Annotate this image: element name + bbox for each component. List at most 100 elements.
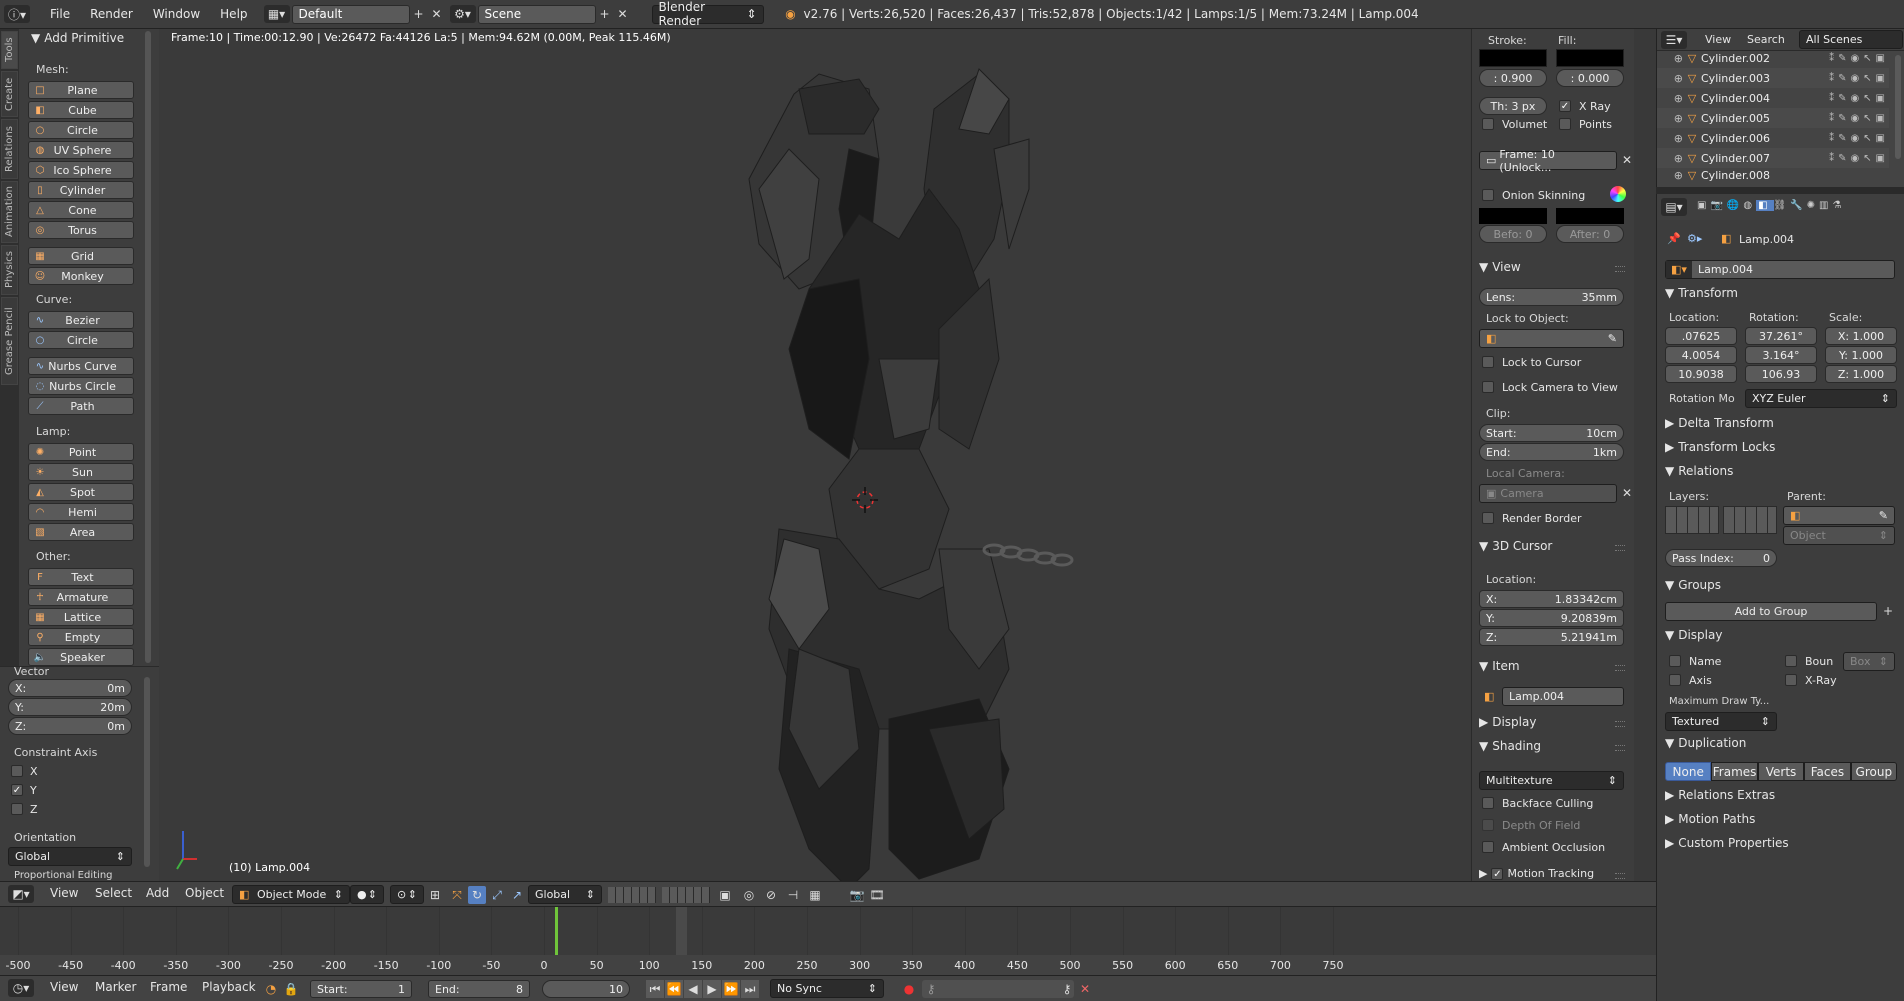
add-cone-button[interactable]: △ Cone [28,201,134,219]
tab-tools[interactable]: Tools [1,31,18,69]
shading-mode-select[interactable]: Multitexture ⇕ [1479,771,1624,790]
3d-viewport[interactable]: Frame:10 | Time:00:12.90 | Ve:26472 Fa:4… [159,29,1471,881]
motion-tracking-header[interactable]: ▶ ✓ Motion Tracking [1479,867,1627,880]
motion-tracking-checkbox[interactable]: ✓ [1491,867,1504,880]
lock-camera-checkbox[interactable] [1482,381,1494,393]
display-bounds-checkbox[interactable] [1785,655,1797,667]
add-empty-button[interactable]: ⚲ Empty [28,628,134,646]
jump-key-back-icon[interactable]: ⏪ [665,980,683,998]
relations-extras-header[interactable]: ▶ Relations Extras [1665,788,1895,802]
pivot-select[interactable]: ⊙ ⇕ [390,885,424,904]
add-torus-button[interactable]: ◎ Torus [28,221,134,239]
outliner-display-select[interactable]: All Scenes [1799,30,1903,49]
jump-start-icon[interactable]: ⏮ [646,980,664,998]
location-z-field[interactable]: 10.9038 [1665,365,1737,383]
fill-opacity-field[interactable]: : 0.000 [1556,69,1624,87]
current-frame-field[interactable]: 10 [542,980,630,998]
orientation-select[interactable]: Global ⇕ [8,847,132,866]
vector-z-field[interactable]: Z: 0m [8,717,132,735]
interaction-mode-select[interactable]: ◧ Object Mode ⇕ [232,885,350,904]
restrict-icons[interactable]: ⁑✎◉↖▣ [1829,53,1889,64]
fill-color-swatch[interactable] [1556,49,1624,67]
snap-element-icon[interactable]: ⊣ [784,886,802,904]
add-hemi-lamp-button[interactable]: ◠ Hemi [28,503,134,521]
lock-layers-icon[interactable]: ▣ [716,886,734,904]
transform-orient-icon[interactable]: ↗ [508,886,526,904]
add-text-button[interactable]: F Text [28,568,134,586]
delete-keyframe-icon[interactable]: ✕ [1076,980,1094,998]
translate-icon[interactable]: ⤧ [448,886,466,904]
scene-layers-b[interactable] [662,887,710,903]
location-y-field[interactable]: 4.0054 [1665,346,1737,364]
rotation-y-field[interactable]: 3.164° [1745,346,1817,364]
add-bezier-button[interactable]: ∿ Bezier [28,311,134,329]
viewport-shading-select[interactable]: ● ⇕ [350,885,384,904]
proportional-edit-icon[interactable]: ◎ [740,886,758,904]
display-panel-header[interactable]: ▶ Display [1479,715,1627,729]
transform-locks-header[interactable]: ▶ Transform Locks [1665,440,1895,454]
add-curve-circle-button[interactable]: ○ Circle [28,331,134,349]
outliner-view-menu[interactable]: View [1705,33,1731,46]
object-name-field[interactable]: ◧▾ Lamp.004 [1665,260,1895,279]
manipulator-toggle-icon[interactable]: ⊞ [426,886,444,904]
add-circle-button[interactable]: ○ Circle [28,121,134,139]
backface-culling-checkbox[interactable] [1482,797,1494,809]
remove-scene-icon[interactable]: ✕ [614,5,632,23]
add-cylinder-button[interactable]: ▯ Cylinder [28,181,134,199]
stroke-opacity-field[interactable]: : 0.900 [1479,69,1547,87]
outliner-row[interactable]: ⊕ ▽ Cylinder.004 ⁑✎◉↖▣ [1657,88,1889,108]
opengl-anim-icon[interactable]: 🎞 [868,886,886,904]
record-icon[interactable]: ● [900,980,918,998]
add-ico-sphere-button[interactable]: ⬡ Ico Sphere [28,161,134,179]
add-area-lamp-button[interactable]: ▧ Area [28,523,134,541]
restrict-icons[interactable]: ⁑✎◉↖▣ [1829,113,1889,124]
tab-relations[interactable]: Relations [1,119,18,179]
rotation-z-field[interactable]: 106.93 [1745,365,1817,383]
shelf-scrollbar[interactable] [145,31,151,663]
outliner-scrollbar[interactable] [1895,55,1901,159]
scale-icon[interactable]: ⤢ [488,886,506,904]
timeline-marker-menu[interactable]: Marker [95,980,136,994]
add-plane-button[interactable]: □ Plane [28,81,134,99]
menu-file[interactable]: File [40,7,80,21]
frame-lock-button[interactable]: ▭ Frame: 10 (Unlock... [1479,148,1617,174]
menu-render[interactable]: Render [80,7,143,21]
parent-field[interactable]: ◧ ✎ [1783,506,1895,525]
rotation-x-field[interactable]: 37.261° [1745,327,1817,345]
constraint-x-checkbox[interactable] [11,765,23,777]
location-x-field[interactable]: .07625 [1665,327,1737,345]
outliner-row[interactable]: ⊕ ▽ Cylinder.002 ⁑✎◉↖▣ [1657,48,1889,68]
add-armature-button[interactable]: ☥ Armature [28,588,134,606]
tab-physics[interactable]: Physics [1,245,18,295]
after-color-swatch[interactable] [1556,208,1624,224]
restrict-icons[interactable]: ⁑✎◉↖▣ [1829,73,1889,84]
before-color-swatch[interactable] [1479,208,1547,224]
timeline-playback-menu[interactable]: Playback [202,980,256,994]
onion-skin-checkbox[interactable] [1482,189,1494,201]
eyedropper-icon[interactable]: ✎ [1879,509,1888,522]
object-context-icon[interactable]: ◧ [1756,200,1774,211]
color-wheel-icon[interactable] [1610,186,1626,202]
cursor-x-field[interactable]: X: 1.83342cm [1479,590,1624,608]
points-checkbox[interactable] [1559,118,1571,130]
preview-range-icon[interactable]: ◔ [262,980,280,998]
add-speaker-button[interactable]: 🔈 Speaker [28,648,134,666]
dup-faces-button[interactable]: Faces [1804,762,1851,781]
add-spot-lamp-button[interactable]: ◭ Spot [28,483,134,501]
custom-properties-header[interactable]: ▶ Custom Properties [1665,836,1895,850]
start-frame-field[interactable]: Start: 1 [310,980,412,998]
display-axis-checkbox[interactable] [1669,674,1681,686]
add-point-lamp-button[interactable]: ✺ Point [28,443,134,461]
dup-none-button[interactable]: None [1665,762,1712,781]
add-lattice-button[interactable]: ▦ Lattice [28,608,134,626]
clip-end-field[interactable]: End: 1km [1479,443,1624,461]
eyedropper-icon[interactable]: ✎ [1608,332,1617,345]
outliner-editor-icon[interactable]: ☰▾ [1661,31,1687,49]
constraint-y-checkbox[interactable]: ✓ [11,784,23,796]
cursor-y-field[interactable]: Y: 9.20839m [1479,609,1624,627]
add-uv-sphere-button[interactable]: ◍ UV Sphere [28,141,134,159]
clip-start-field[interactable]: Start: 10cm [1479,424,1624,442]
sync-mode-select[interactable]: No Sync ⇕ [770,979,884,998]
lens-field[interactable]: Lens: 35mm [1479,288,1624,306]
add-group-plus-icon[interactable]: + [1879,602,1897,620]
